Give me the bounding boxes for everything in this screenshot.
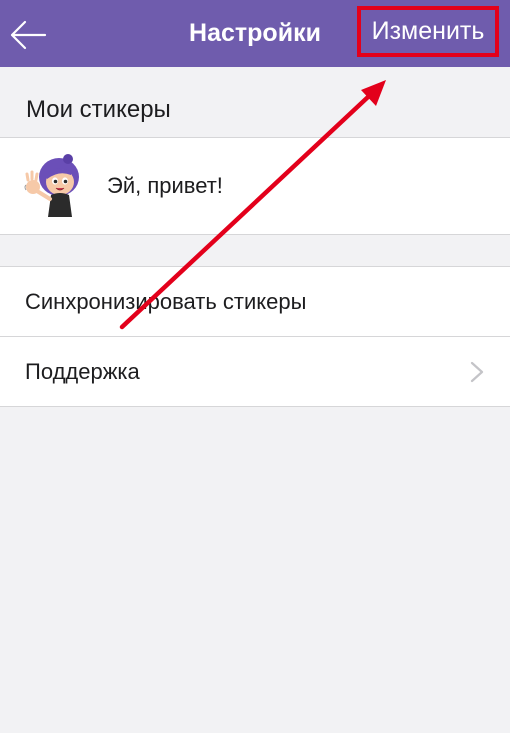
- navigation-bar: Настройки Изменить: [0, 0, 510, 67]
- waving-girl-sticker: [24, 154, 79, 217]
- sticker-pack-name: Эй, привет!: [107, 173, 223, 198]
- edit-button[interactable]: Изменить: [357, 6, 499, 57]
- my-stickers-header: Мои стикеры: [26, 96, 171, 123]
- support-label: Поддержка: [25, 359, 140, 384]
- arrow-left-icon: [10, 20, 47, 50]
- sync-stickers-row[interactable]: Синхронизировать стикеры: [0, 267, 510, 336]
- chevron-right-icon: [470, 361, 484, 383]
- sync-stickers-label: Синхронизировать стикеры: [25, 289, 307, 314]
- back-button[interactable]: [6, 13, 50, 57]
- sticker-list: Эй, привет!: [0, 137, 510, 235]
- settings-list: Синхронизировать стикеры Поддержка: [0, 266, 510, 407]
- support-row[interactable]: Поддержка: [0, 336, 510, 406]
- sticker-pack-row[interactable]: Эй, привет!: [0, 138, 510, 234]
- sticker-settings-screen: Настройки Изменить Мои стикеры Эй, приве…: [0, 0, 510, 733]
